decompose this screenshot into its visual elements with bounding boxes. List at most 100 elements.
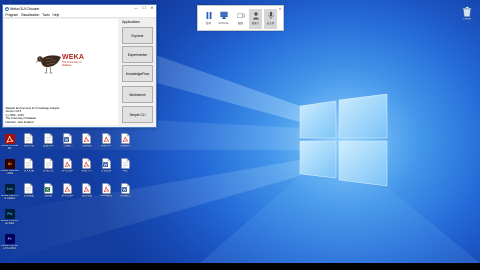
- recording-time: 00:01:22: [218, 21, 229, 25]
- recorder-toolbar[interactable]: 暂停 00:01:22 截图 摄像头 麦克风 ✕: [197, 5, 284, 31]
- file-shortcut-word[interactable]: 作业要求: [96, 157, 115, 182]
- desktop-icon-label: 实验指导: [120, 144, 131, 147]
- desktop-icon-column: 课程讲义作业要求 Weka教程: [96, 132, 115, 257]
- app-badge: Pr: [4, 233, 15, 244]
- file-shortcut-pdf[interactable]: 机器学习: [77, 157, 96, 182]
- doc-icon: [43, 133, 53, 144]
- desktop-icon-label: Weka教程: [100, 194, 113, 197]
- desktop-icon-column: 开题报告参考文献1 参考文献2: [58, 132, 77, 257]
- camera-icon: [237, 11, 245, 20]
- maximize-button[interactable]: ☐: [140, 5, 148, 12]
- recycle-bin-icon: [462, 6, 472, 17]
- file-shortcut-pdf[interactable]: 参考文献1: [58, 157, 77, 182]
- file-shortcut-doc[interactable]: 笔记: [116, 157, 135, 182]
- pdf-icon: [82, 183, 92, 194]
- simple-cli-button[interactable]: Simple CLI: [122, 106, 153, 123]
- pdf-icon: [101, 133, 111, 144]
- app-shortcut-photoshop[interactable]: Ps Adobe Photoshop 2021: [0, 207, 19, 232]
- taskbar[interactable]: [0, 263, 480, 270]
- weka-bird-icon: [4, 6, 9, 11]
- weka-logo-subtitle: The University of Waikato: [62, 61, 82, 67]
- pdf-icon: [101, 183, 111, 194]
- applications-label: Applications: [122, 19, 140, 24]
- title-bar[interactable]: Weka GUI Chooser — ☐ ✕: [3, 5, 156, 12]
- desktop-icon-label: 机器学习: [81, 169, 93, 172]
- window-title: Weka GUI Chooser: [10, 6, 40, 11]
- file-shortcut-spreadsheet[interactable]: 数据集: [39, 182, 58, 207]
- desktop-icon-label: Adobe Lightroom Classic: [0, 194, 19, 200]
- windows-logo-pane: [299, 140, 337, 179]
- illustrator-icon: Ai: [4, 158, 15, 169]
- pdf-icon: [82, 158, 92, 169]
- app-shortcut-premiere[interactable]: Pr Adobe Premiere Pro 2021: [0, 232, 19, 257]
- desktop-icon-column: 数据说明实验记录数据集: [39, 132, 58, 257]
- app-badge: Lrc: [4, 183, 15, 194]
- desktop-icon-label: 新建文档: [23, 144, 35, 147]
- menu-help[interactable]: Help: [51, 13, 61, 17]
- recorder-timer[interactable]: 00:01:22: [217, 9, 230, 29]
- word-icon: [63, 133, 73, 144]
- windows-logo-pane: [338, 140, 388, 187]
- desktop-icon-label: Adobe Illustrator 2021: [0, 169, 19, 175]
- desktop-icon-label: 论文初稿: [23, 169, 35, 172]
- close-icon[interactable]: ✕: [279, 7, 282, 11]
- minimize-button[interactable]: —: [132, 5, 140, 12]
- file-shortcut-doc[interactable]: 实验记录: [39, 157, 58, 182]
- file-shortcut-doc[interactable]: 论文初稿: [19, 157, 38, 182]
- desktop-icon-label: 参考文献1: [61, 169, 74, 172]
- experimenter-button[interactable]: Experimenter: [122, 46, 153, 63]
- desktop-icon-grid: Adobe Acrobat DC Ai Adobe Illustrator 2021…: [0, 132, 135, 257]
- file-shortcut-pdf[interactable]: 参考文献2: [58, 182, 77, 207]
- file-shortcut-doc[interactable]: 新建文档: [19, 132, 38, 157]
- recorder-screenshot-button[interactable]: 截图: [234, 9, 247, 29]
- weka-gui-chooser-window[interactable]: Weka GUI Chooser — ☐ ✕ Program Visualiza…: [2, 4, 157, 128]
- desktop-icon-label: 实验记录: [43, 169, 54, 172]
- file-shortcut-word[interactable]: 实验报告: [116, 182, 135, 207]
- doc-icon: [43, 158, 53, 169]
- recorder-item-label: 麦克风: [266, 21, 275, 25]
- workbench-button[interactable]: Workbench: [122, 86, 153, 103]
- acrobat-icon: [4, 133, 15, 144]
- desktop-icon-label: Adobe Premiere Pro 2021: [0, 244, 19, 250]
- recorder-item-label: 摄像头: [251, 21, 260, 25]
- recycle-bin-shortcut[interactable]: 回收站: [458, 6, 476, 21]
- file-shortcut-pdf[interactable]: 实验指导: [116, 132, 135, 157]
- file-shortcut-pdf[interactable]: 数据挖掘: [77, 182, 96, 207]
- app-shortcut-illustrator[interactable]: Ai Adobe Illustrator 2021: [0, 157, 19, 182]
- app-shortcut-lightroom[interactable]: Lrc Adobe Lightroom Classic: [0, 182, 19, 207]
- recorder-microphone-toggle[interactable]: 麦克风: [264, 9, 277, 29]
- spreadsheet-icon: [43, 183, 53, 194]
- desktop-icon-label: 数据集: [44, 194, 53, 197]
- recorder-pause-button[interactable]: 暂停: [202, 9, 215, 29]
- file-shortcut-word[interactable]: 开题报告: [58, 132, 77, 157]
- recorder-webcam-toggle[interactable]: 摄像头: [249, 9, 262, 29]
- doc-icon: [24, 133, 34, 144]
- desktop-icon-label: Adobe Photoshop 2021: [0, 219, 19, 225]
- webcam-icon: [252, 11, 260, 20]
- recorder-item-label: 截图: [237, 21, 243, 25]
- desktop-icon-label: 参考文献2: [61, 194, 74, 197]
- pdf-icon: [63, 183, 73, 194]
- desktop-icon-label: 作业要求: [100, 169, 112, 172]
- file-shortcut-doc[interactable]: 数据说明: [39, 132, 58, 157]
- app-badge: Ai: [4, 158, 15, 169]
- desktop-icon-label: 数据说明: [43, 144, 54, 147]
- explorer-button[interactable]: Explorer: [122, 27, 153, 44]
- file-shortcut-pdf[interactable]: 课程讲义: [96, 132, 115, 157]
- desktop-icon-label: 文献综述: [81, 144, 93, 147]
- menu-program[interactable]: Program: [4, 13, 19, 17]
- app-shortcut-acrobat[interactable]: Adobe Acrobat DC: [0, 132, 19, 157]
- menu-visualization[interactable]: Visualization: [19, 13, 40, 17]
- file-shortcut-pdf[interactable]: 文献综述: [77, 132, 96, 157]
- file-shortcut-pdf[interactable]: Weka教程: [96, 182, 115, 207]
- file-shortcut-doc[interactable]: 实验数据: [19, 182, 38, 207]
- doc-icon: [24, 183, 34, 194]
- close-button[interactable]: ✕: [148, 5, 156, 12]
- app-badge: Ps: [4, 208, 15, 219]
- premiere-icon: Pr: [4, 233, 15, 244]
- knowledgeflow-button[interactable]: KnowledgeFlow: [122, 65, 153, 82]
- menu-tools[interactable]: Tools: [41, 13, 51, 17]
- doc-icon: [120, 158, 130, 169]
- recycle-bin-label: 回收站: [463, 17, 471, 20]
- desktop-icon-column: 实验指导笔记 实验报告: [116, 132, 135, 257]
